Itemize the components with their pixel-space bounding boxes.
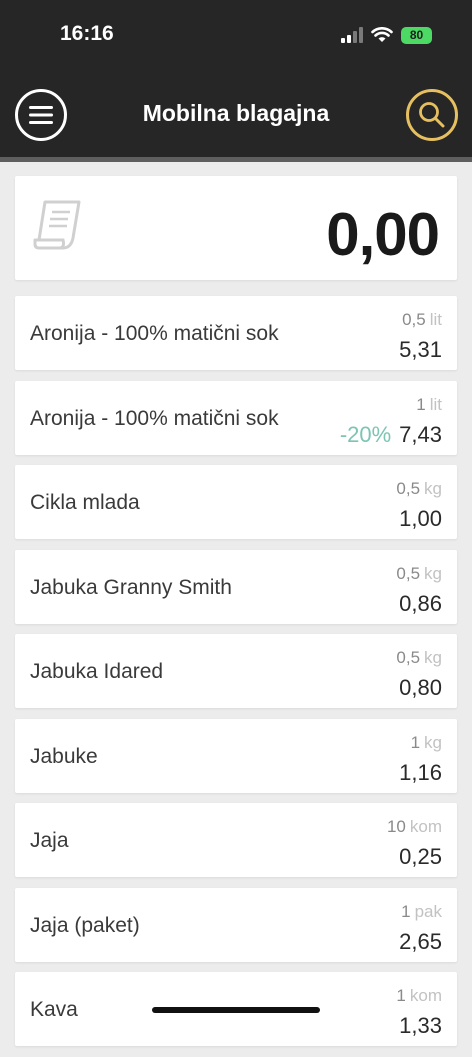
item-price: 0,86	[399, 591, 442, 617]
item-price: 2,65	[399, 929, 442, 955]
qty-unit: lit	[429, 310, 442, 329]
item-quantity: 0,5 kg	[396, 564, 442, 584]
price-value: 7,43	[399, 421, 442, 447]
battery-icon: 80	[401, 26, 432, 44]
item-quantity: 0,5 kg	[396, 479, 442, 499]
qty-unit: kg	[424, 732, 442, 752]
item-name: Jaja	[30, 829, 69, 852]
price-value: 0,86	[399, 590, 442, 616]
item-price: -20% 7,43	[340, 422, 442, 448]
list-item[interactable]: Jaja (paket) 1 pak 2,65	[15, 887, 457, 962]
price-value: 0,25	[399, 844, 442, 869]
search-icon	[419, 102, 445, 128]
item-price: 0,80	[399, 675, 442, 701]
item-quantity: 1 kg	[411, 733, 442, 753]
qty-unit: lit	[429, 394, 442, 414]
list-item[interactable]: Jabuka Granny Smith 0,5 kg 0,86	[15, 549, 457, 624]
price-value: 2,65	[399, 928, 442, 954]
qty-value: 0,5	[396, 648, 421, 667]
item-price: 5,31	[399, 337, 442, 363]
status-icons: 80	[341, 24, 432, 46]
price-value: 5,31	[399, 337, 442, 362]
list-item[interactable]: Jabuke 1 kg 1,16	[15, 718, 457, 793]
item-quantity: 1 pak	[401, 902, 442, 922]
price-value: 0,80	[399, 675, 442, 700]
qty-unit: kg	[424, 563, 442, 583]
item-name: Kava	[30, 998, 78, 1021]
item-name: Cikla mlada	[30, 491, 140, 514]
item-name: Jabuka Granny Smith	[30, 575, 232, 599]
list-item[interactable]: Aronija - 100% matični sok 1 lit -20% 7,43	[15, 380, 457, 455]
qty-unit: kg	[424, 479, 442, 498]
product-list: Aronija - 100% matični sok 0,5 lit 5,31 A…	[15, 296, 457, 1057]
item-price: 1,00	[399, 506, 442, 532]
total-card: 0,00	[15, 176, 457, 280]
list-item[interactable]: Aronija - 100% matični sok 0,5 lit 5,31	[15, 296, 457, 370]
item-name: Aronija - 100% matični sok	[30, 322, 279, 345]
signal-icon	[341, 27, 363, 43]
item-name: Jaja (paket)	[30, 913, 140, 937]
price-value: 1,16	[399, 759, 442, 785]
qty-value: 1	[401, 901, 411, 921]
qty-value: 10	[386, 817, 406, 836]
price-value: 1,00	[399, 506, 442, 531]
qty-unit: kom	[409, 986, 442, 1005]
item-name: Jabuke	[30, 744, 98, 768]
home-indicator[interactable]	[152, 1007, 320, 1013]
item-quantity: 0,5 lit	[402, 310, 442, 330]
qty-value: 0,5	[396, 563, 421, 583]
wifi-icon	[371, 27, 393, 42]
discount-badge: -20%	[339, 421, 392, 447]
item-price: 1,33	[399, 1013, 442, 1039]
qty-value: 1	[416, 394, 426, 414]
list-item[interactable]: Cikla mlada 0,5 kg 1,00	[15, 465, 457, 539]
item-price: 1,16	[399, 760, 442, 786]
header-divider	[0, 157, 472, 162]
list-item[interactable]: Jabuka Idared 0,5 kg 0,80	[15, 634, 457, 708]
qty-unit: kg	[424, 648, 442, 667]
item-name: Jabuka Idared	[30, 660, 164, 683]
receipt-icon	[33, 200, 81, 250]
list-item[interactable]: Jaja 10 kom 0,25	[15, 803, 457, 877]
status-time: 16:16	[60, 22, 114, 45]
qty-value: 0,5	[396, 479, 421, 498]
price-value: 1,33	[399, 1013, 442, 1038]
app-header: 16:16 80 Mobilna blagajna	[0, 0, 472, 157]
item-name: Aronija - 100% matični sok	[30, 406, 279, 430]
page-title: Mobilna blagajna	[142, 100, 330, 126]
item-quantity: 10 kom	[387, 817, 442, 837]
total-amount: 0,00	[326, 201, 440, 268]
item-quantity: 0,5 kg	[396, 648, 442, 668]
item-quantity: 1 kom	[396, 986, 442, 1006]
item-price: 0,25	[399, 844, 442, 870]
qty-unit: kom	[409, 817, 442, 836]
qty-unit: pak	[414, 901, 442, 921]
qty-value: 1	[410, 732, 421, 752]
search-button[interactable]	[406, 89, 458, 141]
qty-value: 0,5	[402, 310, 426, 329]
item-quantity: 1 lit	[416, 395, 442, 415]
battery-level: 80	[409, 28, 424, 42]
qty-value: 1	[396, 986, 406, 1005]
